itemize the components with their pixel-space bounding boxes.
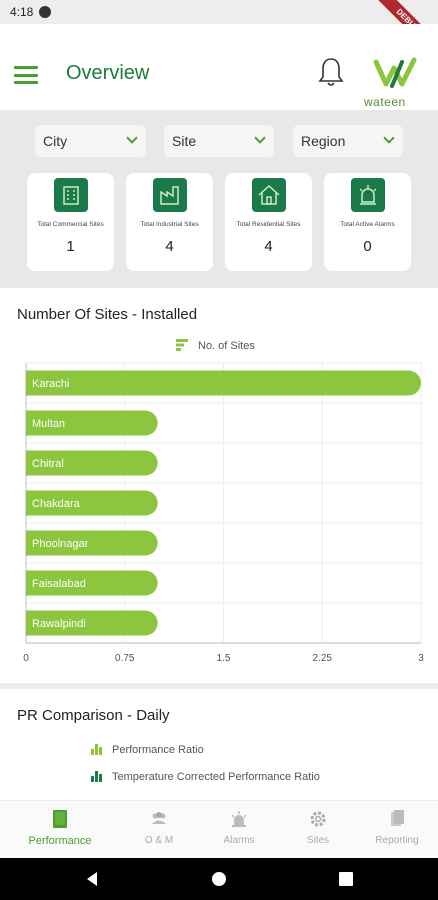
region-dropdown[interactable]: Region bbox=[293, 125, 403, 157]
bar-label: Multan bbox=[32, 418, 65, 430]
bar-label: Rawalpindi bbox=[32, 618, 86, 630]
people-icon bbox=[152, 812, 166, 824]
chevron-down-icon bbox=[254, 132, 266, 144]
nav-o-and-m[interactable]: O & M bbox=[119, 809, 199, 846]
status-sync-icon bbox=[39, 6, 52, 18]
status-time: 4:18 bbox=[10, 5, 34, 19]
sites-chart-title: Number Of Sites - Installed bbox=[17, 306, 198, 323]
bar-label: Chakdara bbox=[32, 498, 81, 510]
app-bar: Overview wateen bbox=[0, 24, 438, 110]
back-icon[interactable] bbox=[84, 871, 100, 887]
card-industrial-sites[interactable]: Total Industrial Sites 4 bbox=[126, 173, 213, 271]
system-navigation-bar bbox=[0, 858, 438, 900]
bar-label: Karachi bbox=[32, 378, 69, 390]
city-dropdown[interactable]: City bbox=[35, 125, 146, 157]
nav-performance[interactable]: Performance bbox=[20, 809, 100, 847]
card-active-alarms[interactable]: Total Active Alarms 0 bbox=[324, 173, 411, 271]
bottom-navigation: Performance O & M Alarms Sites Reporting bbox=[0, 800, 438, 858]
sites-chart-section: Number Of Sites - Installed No. of Sites… bbox=[0, 293, 438, 683]
x-tick-label: 1.5 bbox=[217, 653, 231, 664]
chevron-down-icon bbox=[126, 132, 138, 144]
x-tick-label: 2.25 bbox=[313, 653, 333, 664]
recents-icon[interactable] bbox=[338, 871, 354, 887]
legend-bar-icon bbox=[176, 339, 188, 351]
legend-bar-icon bbox=[91, 744, 102, 755]
bar-label: Phoolnagar bbox=[32, 538, 89, 550]
page-title: Overview bbox=[66, 62, 150, 84]
bar-karachi bbox=[26, 370, 421, 396]
pr-chart-title: PR Comparison - Daily bbox=[17, 707, 170, 724]
nav-reporting[interactable]: Reporting bbox=[357, 809, 437, 846]
chevron-down-icon bbox=[383, 132, 395, 144]
legend-bar-icon bbox=[91, 771, 102, 782]
pr-legend-performance-ratio[interactable]: Performance Ratio bbox=[112, 744, 204, 756]
report-icon bbox=[391, 810, 404, 826]
home-icon[interactable] bbox=[211, 871, 227, 887]
pr-legend-temp-corrected[interactable]: Temperature Corrected Performance Ratio bbox=[112, 771, 320, 783]
menu-icon[interactable] bbox=[14, 66, 38, 84]
book-icon bbox=[53, 810, 67, 828]
x-tick-label: 0.75 bbox=[115, 653, 135, 664]
filter-panel: City Site Region Total Commercial Sites … bbox=[0, 110, 438, 288]
gear-icon bbox=[310, 811, 326, 827]
logo-text: wateen bbox=[364, 95, 406, 109]
card-commercial-sites[interactable]: Total Commercial Sites 1 bbox=[27, 173, 114, 271]
bar-label: Chitral bbox=[32, 458, 64, 470]
commercial-building-icon bbox=[54, 178, 88, 212]
x-tick-label: 3 bbox=[418, 653, 424, 664]
bar-label: Faisalabad bbox=[32, 578, 86, 590]
sites-bar-chart: Karachi Multan Chitral Chakdara Phoolnagar Fa… bbox=[23, 362, 424, 664]
pr-chart-section: PR Comparison - Daily Performance Ratio … bbox=[0, 689, 438, 799]
site-dropdown[interactable]: Site bbox=[164, 125, 274, 157]
house-icon bbox=[252, 178, 286, 212]
bell-icon[interactable] bbox=[317, 56, 345, 88]
nav-alarms[interactable]: Alarms bbox=[199, 809, 279, 846]
nav-sites[interactable]: Sites bbox=[278, 809, 358, 846]
factory-icon bbox=[153, 178, 187, 212]
siren-icon bbox=[231, 811, 247, 827]
sites-chart-legend[interactable]: No. of Sites bbox=[198, 340, 255, 352]
card-residential-sites[interactable]: Total Residential Sites 4 bbox=[225, 173, 312, 271]
wateen-logo bbox=[373, 57, 417, 88]
alarm-icon bbox=[351, 178, 385, 212]
x-tick-label: 0 bbox=[23, 653, 29, 664]
